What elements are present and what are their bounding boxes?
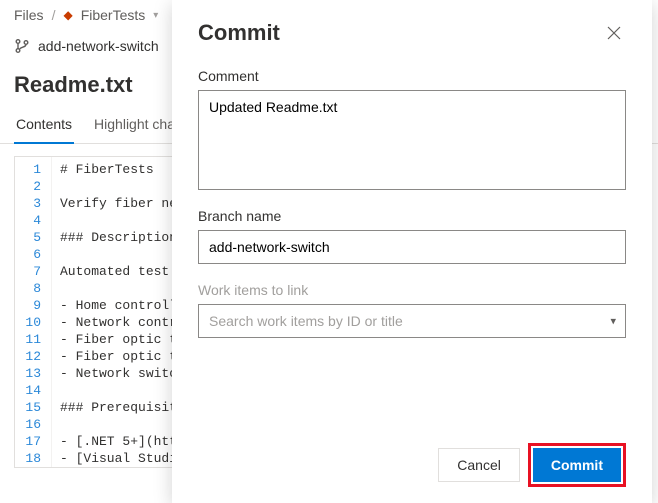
dialog-button-row: Cancel Commit (198, 435, 626, 487)
cancel-button[interactable]: Cancel (438, 448, 520, 482)
line-number-gutter: 12345678910111213141516171819 (15, 157, 52, 468)
comment-textarea[interactable] (198, 90, 626, 190)
tab-contents[interactable]: Contents (14, 108, 74, 144)
chevron-down-icon[interactable]: ▾ (153, 10, 158, 21)
commit-button-highlight: Commit (528, 443, 626, 487)
work-items-input[interactable] (198, 304, 626, 338)
branch-icon (14, 38, 30, 54)
branch-name-label: Branch name (198, 208, 626, 224)
project-icon: ◆ (63, 8, 72, 22)
tab-highlight-changes[interactable]: Highlight cha (92, 108, 177, 143)
work-items-combobox[interactable]: ▾ (198, 304, 626, 338)
comment-label: Comment (198, 68, 626, 84)
branch-name-input[interactable] (198, 230, 626, 264)
dialog-title: Commit (198, 20, 280, 46)
work-items-label: Work items to link (198, 282, 626, 298)
commit-dialog: Commit Comment Branch name Work items to… (172, 0, 652, 503)
breadcrumb-project[interactable]: FiberTests (81, 7, 146, 23)
close-button[interactable] (602, 21, 626, 45)
branch-name: add-network-switch (38, 38, 159, 54)
commit-button[interactable]: Commit (533, 448, 621, 482)
breadcrumb-files[interactable]: Files (14, 7, 44, 23)
breadcrumb-separator: / (52, 7, 56, 23)
